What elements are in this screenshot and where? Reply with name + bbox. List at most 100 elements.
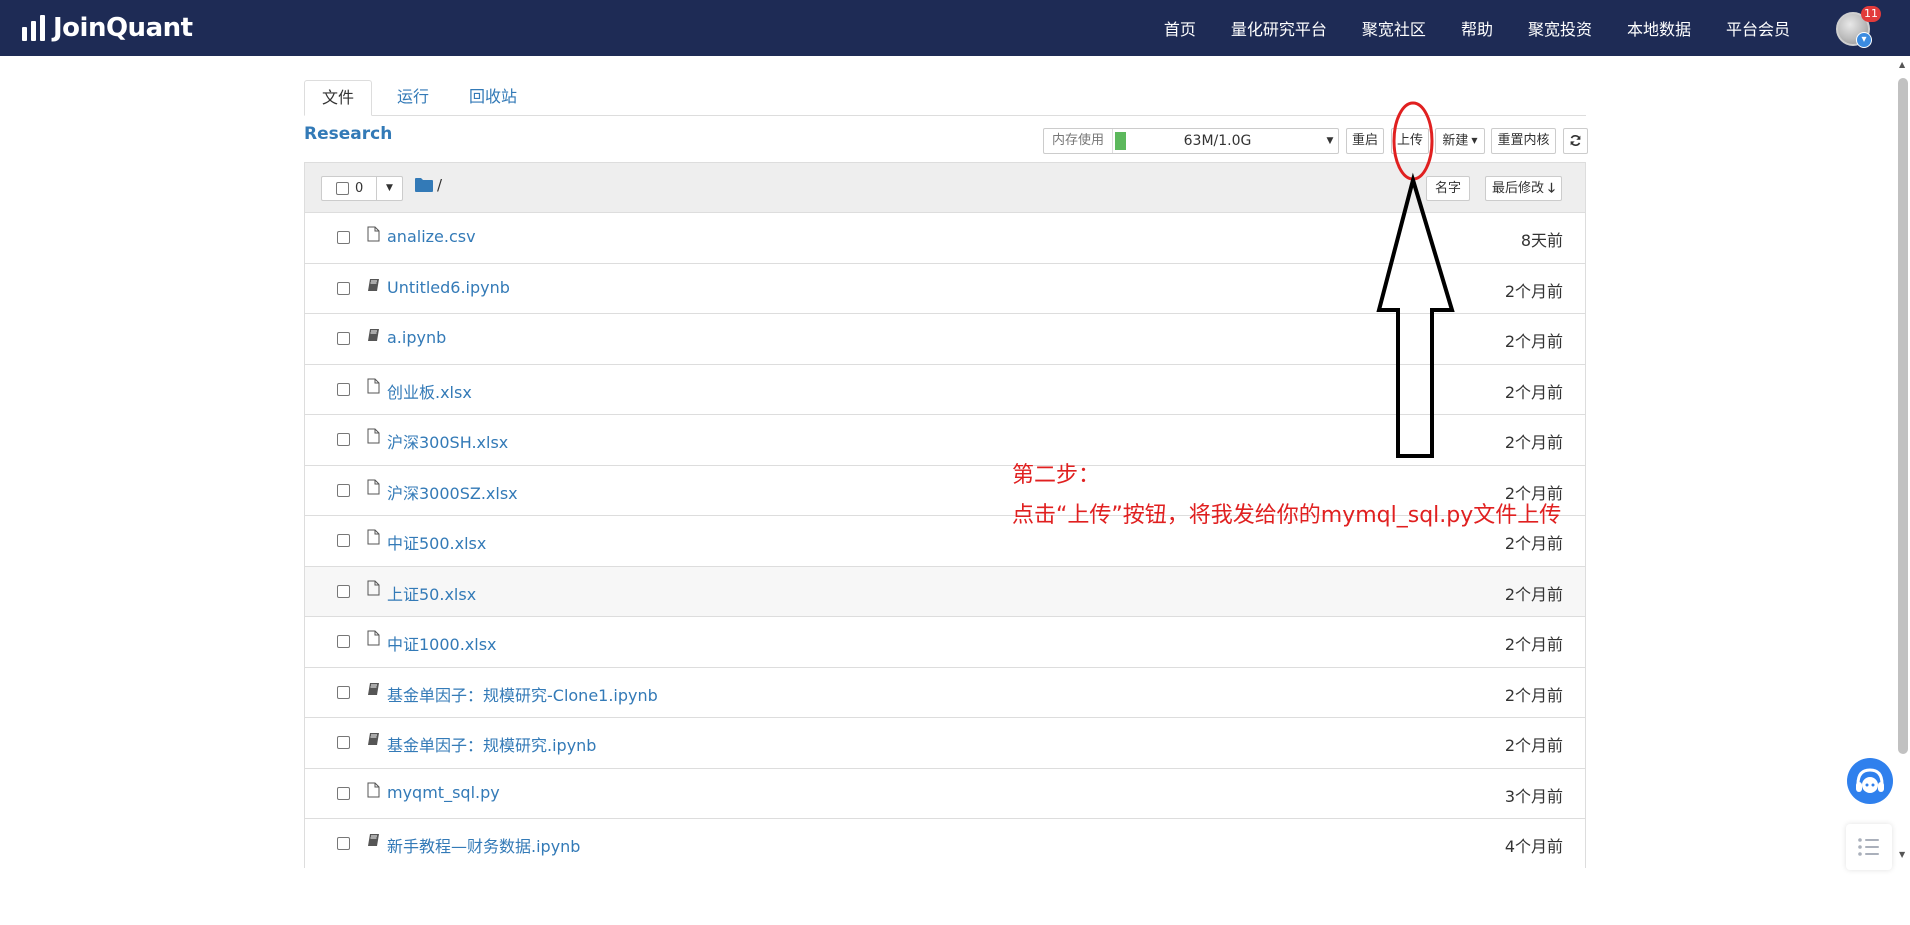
file-checkbox[interactable] [337,231,350,244]
instruction-annotation: 第二步： 点击“上传”按钮，将我发给你的mymql_sql.py文件上传 [1012,456,1561,536]
file-modified-date: 2个月前 [1504,736,1563,755]
scroll-thumb[interactable] [1898,78,1908,754]
list-icon [1858,838,1879,856]
top-navbar: JoinQuant 首页 量化研究平台 聚宽社区 帮助 聚宽投资 本地数据 平台… [0,0,1910,56]
file-modified-date: 2个月前 [1504,635,1563,654]
main-nav: 首页 量化研究平台 聚宽社区 帮助 聚宽投资 本地数据 平台会员 [1129,0,1790,56]
file-modified-date: 2个月前 [1504,433,1563,452]
file-checkbox[interactable] [337,281,350,295]
memory-value: 63M/1.0G [1183,133,1252,149]
reset-kernel-button[interactable]: 重置内核 [1491,128,1556,154]
chevron-down-icon: ▾ [1856,32,1872,48]
file-name-link[interactable]: 基金单因子：规模研究.ipynb [387,732,596,756]
nav-membership[interactable]: 平台会员 [1726,16,1790,40]
file-row[interactable]: Untitled6.ipynb 2个月前 [305,264,1585,314]
file-checkbox[interactable] [337,534,350,547]
customer-service-button[interactable] [1847,758,1893,804]
file-name-link[interactable]: Untitled6.ipynb [387,278,510,297]
select-all-checkbox[interactable] [336,182,349,195]
logo-text: JoinQuant [53,13,193,43]
nav-research-platform[interactable]: 量化研究平台 [1231,16,1327,40]
file-name-link[interactable]: 沪深300SH.xlsx [387,429,508,453]
file-name-link[interactable]: myqmt_sql.py [387,783,500,802]
tab-trash[interactable]: 回收站 [452,80,534,116]
new-button[interactable]: 新建 ▼ [1435,128,1485,154]
file-modified-date: 3个月前 [1504,786,1563,806]
arrow-down-icon: 🡓 [1548,181,1555,196]
notebook-icon [368,834,379,846]
file-icon [367,226,380,242]
logo-bars-icon [22,15,45,41]
file-name-link[interactable]: analize.csv [387,227,476,246]
nav-investment[interactable]: 聚宽投资 [1528,16,1592,40]
file-row[interactable]: analize.csv 8天前 [305,213,1585,264]
user-avatar-menu[interactable]: 11 ▾ [1836,6,1881,48]
folder-icon[interactable] [415,178,433,192]
nav-community[interactable]: 聚宽社区 [1362,16,1426,40]
file-checkbox[interactable] [337,837,350,850]
headset-icon [1856,768,1884,793]
refresh-button[interactable] [1563,128,1588,154]
restart-button[interactable]: 重启 [1346,128,1384,154]
sort-by-modified-button[interactable]: 最后修改 🡓 [1485,176,1562,201]
file-checkbox[interactable] [337,584,350,598]
nav-home[interactable]: 首页 [1164,16,1196,40]
caret-down-icon: ▼ [1471,136,1478,145]
scroll-up-icon[interactable]: ▲ [1899,60,1905,69]
file-row[interactable]: a.ipynb 2个月前 [305,314,1585,365]
joinquant-logo[interactable]: JoinQuant [22,12,193,44]
nav-local-data[interactable]: 本地数据 [1627,16,1691,40]
nav-help[interactable]: 帮助 [1461,16,1493,40]
file-modified-date: 2个月前 [1504,332,1563,351]
file-name-link[interactable]: 沪深3000SZ.xlsx [387,480,518,504]
page-scrollbar[interactable]: ▲ ▼ [1896,60,1910,868]
notebook-icon [368,733,379,745]
file-checkbox[interactable] [337,382,350,396]
file-icon [367,580,380,595]
file-name-link[interactable]: 上证50.xlsx [387,581,476,605]
file-row[interactable]: 中证1000.xlsx 2个月前 [305,617,1585,668]
tab-files[interactable]: 文件 [304,80,373,116]
select-all-control[interactable]: 0 ▼ [321,176,403,201]
tab-running[interactable]: 运行 [380,80,446,116]
file-name-link[interactable]: 中证1000.xlsx [387,631,497,655]
sort-modified-label: 最后修改 [1492,181,1545,196]
upload-button[interactable]: 上传 [1391,128,1429,154]
file-modified-date: 4个月前 [1504,837,1563,856]
file-row[interactable]: 基金单因子：规模研究-Clone1.ipynb 2个月前 [305,668,1585,718]
file-modified-date: 2个月前 [1504,382,1563,402]
file-name-link[interactable]: 创业板.xlsx [387,379,472,403]
new-button-label: 新建 [1442,133,1469,149]
scroll-down-icon[interactable]: ▼ [1899,850,1905,859]
file-name-link[interactable]: 基金单因子：规模研究-Clone1.ipynb [387,682,658,706]
notebook-icon [368,329,379,341]
file-checkbox[interactable] [337,685,350,699]
file-icon [367,630,380,646]
caret-down-icon[interactable]: ▼ [376,177,402,200]
file-row[interactable]: 上证50.xlsx 2个月前 [305,566,1585,617]
file-modified-date: 2个月前 [1504,584,1563,604]
file-name-link[interactable]: a.ipynb [387,328,446,347]
file-name-link[interactable]: 中证500.xlsx [387,530,486,554]
annotation-line-2: 点击“上传”按钮，将我发给你的mymql_sql.py文件上传 [1012,503,1562,528]
sort-by-name-button[interactable]: 名字 [1426,176,1471,201]
file-name-link[interactable]: 新手教程—财务数据.ipynb [387,833,580,857]
breadcrumb-path[interactable]: / [437,176,442,194]
file-icon [367,782,380,797]
file-checkbox[interactable] [337,332,350,345]
catalog-button[interactable] [1846,824,1892,870]
file-checkbox[interactable] [337,433,350,446]
file-row[interactable]: myqmt_sql.py 3个月前 [305,769,1585,819]
file-checkbox[interactable] [337,786,350,800]
refresh-icon [1570,135,1581,146]
file-row[interactable]: 基金单因子：规模研究.ipynb 2个月前 [305,718,1585,769]
file-row[interactable]: 新手教程—财务数据.ipynb 4个月前 [305,819,1585,868]
memory-progress-bar: 63M/1.0G [1113,129,1322,153]
notebook-tabs: 文件 运行 回收站 [304,80,1586,116]
memory-usage-dropdown[interactable]: 内存使用 63M/1.0G ▼ [1043,128,1339,154]
page-title[interactable]: Research [304,124,392,144]
file-checkbox[interactable] [337,483,350,497]
file-checkbox[interactable] [337,736,350,749]
file-checkbox[interactable] [337,635,350,648]
file-row[interactable]: 创业板.xlsx 2个月前 [305,365,1585,415]
